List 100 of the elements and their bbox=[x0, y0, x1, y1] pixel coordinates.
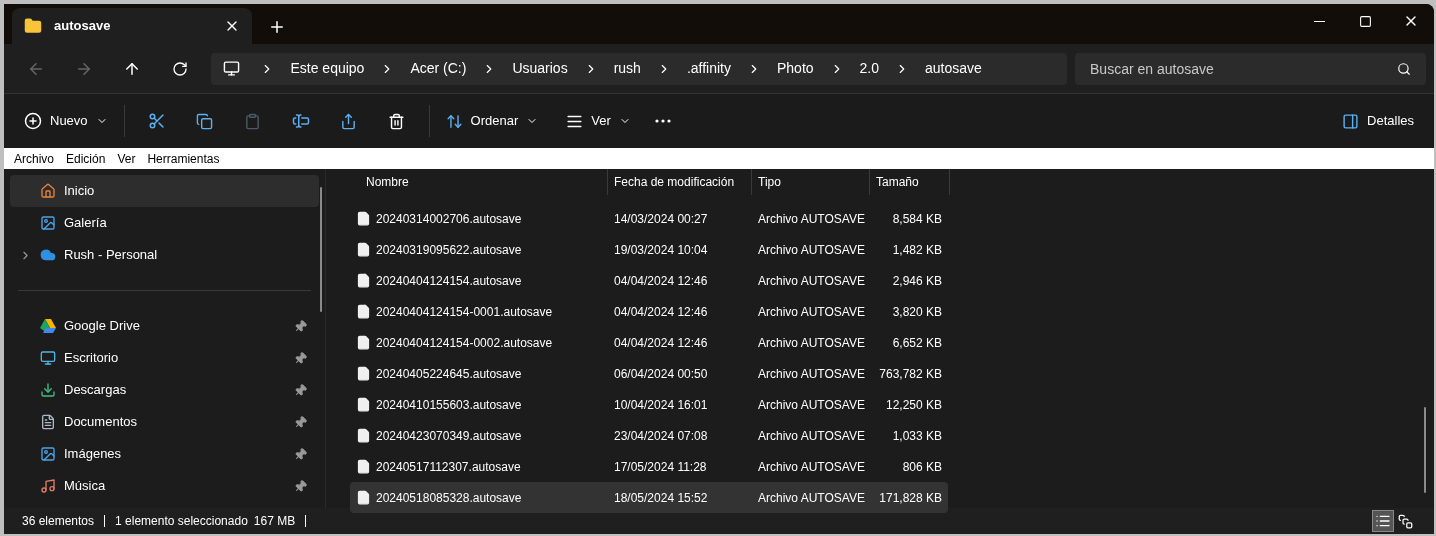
size-cell-text: 1,482 KB bbox=[891, 241, 942, 259]
date-cell-text: 19/03/2024 10:04 bbox=[613, 241, 709, 259]
sidebar-item[interactable]: Documentos bbox=[10, 406, 319, 438]
scrollbar[interactable] bbox=[320, 187, 322, 312]
view-button[interactable]: Ver bbox=[558, 103, 639, 139]
menu-item[interactable]: Ver bbox=[111, 149, 142, 168]
file-name: 20240410155603.autosave bbox=[376, 396, 522, 414]
breadcrumb-item[interactable]: autosave bbox=[917, 58, 990, 79]
picture-icon bbox=[40, 446, 56, 462]
breadcrumb-item[interactable]: 2.0 bbox=[851, 58, 888, 79]
details-button[interactable]: Detalles bbox=[1334, 103, 1422, 139]
search-icon bbox=[1397, 61, 1411, 76]
file-icon bbox=[356, 273, 371, 288]
file-name: 20240404124154.autosave bbox=[376, 272, 522, 290]
file-row[interactable]: 20240517112307.autosave 17/05/2024 11:28 Archivo AUTOSAVE 806 KB bbox=[350, 451, 948, 482]
home-icon bbox=[40, 183, 56, 199]
file-name: 20240405224645.autosave bbox=[376, 365, 522, 383]
sidebar-label: Galería bbox=[64, 214, 108, 233]
breadcrumb-item[interactable]: Usuarios bbox=[504, 58, 576, 79]
sidebar-label: Documentos bbox=[64, 413, 138, 432]
document-icon bbox=[40, 414, 56, 430]
type-cell-text: Archivo AUTOSAVE bbox=[757, 210, 866, 228]
sort-button[interactable]: Ordenar bbox=[437, 103, 547, 139]
sidebar-label: Google Drive bbox=[64, 317, 141, 336]
file-name: 20240404124154-0001.autosave bbox=[376, 303, 553, 321]
search-field[interactable]: Buscar en autosave bbox=[1075, 52, 1426, 85]
menu-item[interactable]: Archivo bbox=[8, 149, 60, 168]
sort-icon bbox=[445, 112, 463, 130]
date-cell-text: 10/04/2024 16:01 bbox=[613, 396, 709, 414]
sidebar-label: Rush - Personal bbox=[64, 246, 159, 265]
menu-item[interactable]: Herramientas bbox=[141, 149, 226, 168]
address-bar[interactable]: Este equipo Acer (C:) Usuarios rush .affinity Photo 2.0 autosave bbox=[211, 52, 1067, 85]
column-header[interactable]: Fecha de modificación bbox=[608, 169, 752, 195]
folder-icon bbox=[24, 17, 42, 35]
file-icon bbox=[356, 490, 371, 505]
breadcrumb-item[interactable]: .affinity bbox=[678, 58, 739, 79]
date-cell-text: 06/04/2024 00:50 bbox=[613, 365, 709, 383]
column-header[interactable]: Tipo bbox=[752, 169, 870, 195]
type-cell-text: Archivo AUTOSAVE bbox=[757, 365, 866, 383]
scrollbar[interactable] bbox=[1424, 407, 1426, 493]
file-row[interactable]: 20240405224645.autosave 06/04/2024 00:50 Archivo AUTOSAVE 763,782 KB bbox=[350, 358, 948, 389]
size-cell-text: 2,946 KB bbox=[891, 272, 942, 290]
sidebar-item[interactable]: Rush - Personal bbox=[10, 239, 319, 271]
sidebar-item[interactable]: Escritorio bbox=[10, 342, 319, 374]
file-row[interactable]: 20240319095622.autosave 19/03/2024 10:04 Archivo AUTOSAVE 1,482 KB bbox=[350, 234, 948, 265]
details-view-button[interactable] bbox=[1372, 510, 1394, 532]
size-cell-text: 806 KB bbox=[901, 458, 942, 476]
type-cell-text: Archivo AUTOSAVE bbox=[757, 458, 866, 476]
breadcrumb-item[interactable]: Photo bbox=[769, 58, 822, 79]
refresh-icon bbox=[171, 60, 188, 77]
file-icon bbox=[356, 304, 371, 319]
file-name: 20240319095622.autosave bbox=[376, 241, 522, 259]
type-cell-text: Archivo AUTOSAVE bbox=[757, 241, 866, 259]
column-header[interactable]: Nombre bbox=[350, 169, 608, 195]
item-count: 36 elementos bbox=[22, 513, 95, 530]
size-cell-text: 8,584 KB bbox=[891, 210, 942, 228]
column-header[interactable]: Tamaño bbox=[870, 169, 950, 195]
sidebar-item[interactable]: Música bbox=[10, 470, 319, 502]
share-icon bbox=[340, 112, 358, 130]
type-cell-text: Archivo AUTOSAVE bbox=[757, 334, 866, 352]
window-tab[interactable]: autosave bbox=[12, 8, 252, 44]
file-name: 20240423070349.autosave bbox=[376, 427, 522, 445]
file-row[interactable]: 20240314002706.autosave 14/03/2024 00:27 Archivo AUTOSAVE 8,584 KB bbox=[350, 203, 948, 234]
sidebar-item[interactable]: Imágenes bbox=[10, 438, 319, 470]
cloud-icon bbox=[40, 247, 56, 263]
menu-item[interactable]: Edición bbox=[60, 149, 112, 168]
date-cell-text: 17/05/2024 11:28 bbox=[613, 458, 708, 476]
date-cell-text: 04/04/2024 12:46 bbox=[613, 303, 709, 321]
file-row[interactable]: 20240423070349.autosave 23/04/2024 07:08 Archivo AUTOSAVE 1,033 KB bbox=[350, 420, 948, 451]
file-row[interactable]: 20240410155603.autosave 10/04/2024 16:01 Archivo AUTOSAVE 12,250 KB bbox=[350, 389, 948, 420]
file-row[interactable]: 20240404124154-0002.autosave 04/04/2024 12:46 Archivo AUTOSAVE 6,652 KB bbox=[350, 327, 948, 358]
tab-title: autosave bbox=[54, 17, 112, 36]
selection-info: 1 elemento seleccionado bbox=[115, 513, 248, 530]
sidebar-item[interactable]: Google Drive bbox=[10, 310, 319, 342]
file-row[interactable]: 20240404124154.autosave 04/04/2024 12:46 Archivo AUTOSAVE 2,946 KB bbox=[350, 265, 948, 296]
new-button[interactable]: Nuevo bbox=[16, 103, 116, 139]
file-name: 20240314002706.autosave bbox=[376, 210, 522, 228]
sidebar-label: Inicio bbox=[64, 182, 96, 201]
minimize-icon bbox=[1313, 20, 1325, 22]
file-icon bbox=[356, 459, 371, 474]
sidebar-item[interactable]: Inicio bbox=[10, 175, 319, 207]
copy-icon bbox=[196, 112, 214, 130]
file-row[interactable]: 20240404124154-0001.autosave 04/04/2024 12:46 Archivo AUTOSAVE 3,820 KB bbox=[350, 296, 948, 327]
file-icon bbox=[356, 335, 371, 350]
size-cell-text: 171,828 KB bbox=[878, 489, 942, 507]
breadcrumb-item[interactable]: Acer (C:) bbox=[402, 58, 475, 79]
type-cell-text: Archivo AUTOSAVE bbox=[757, 489, 866, 507]
sidebar-item[interactable]: Descargas bbox=[10, 374, 319, 406]
new-tab-icon[interactable] bbox=[268, 18, 286, 36]
file-row[interactable]: 20240518085328.autosave 18/05/2024 15:52 Archivo AUTOSAVE 171,828 KB bbox=[350, 482, 948, 513]
trash-icon bbox=[388, 112, 406, 130]
more-icon bbox=[654, 119, 671, 123]
sidebar-item[interactable]: Galería bbox=[10, 207, 319, 239]
music-icon bbox=[40, 478, 56, 494]
breadcrumb-item[interactable]: rush bbox=[605, 58, 649, 79]
sidebar-label: Escritorio bbox=[64, 349, 120, 368]
list-icon bbox=[1375, 513, 1391, 529]
type-cell-text: Archivo AUTOSAVE bbox=[757, 427, 866, 445]
breadcrumb-item[interactable]: Este equipo bbox=[282, 58, 373, 79]
size-cell-text: 1,033 KB bbox=[891, 427, 942, 445]
